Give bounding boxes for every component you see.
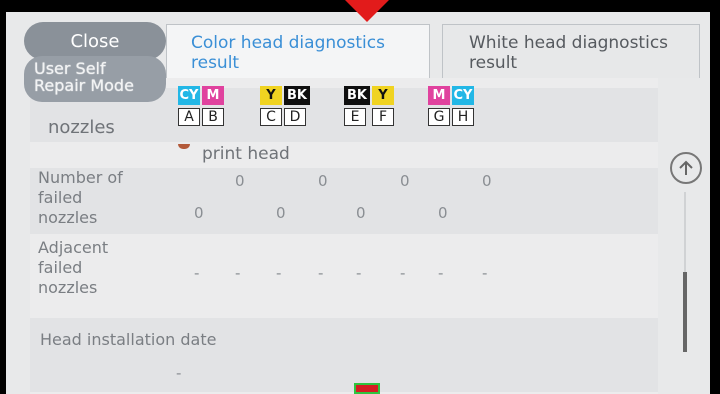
tab-label-line1: White head diagnostics xyxy=(469,33,669,53)
swatch-e: BK xyxy=(344,86,370,105)
letter-b: B xyxy=(202,108,224,126)
tab-label-line2: result xyxy=(191,53,240,73)
adjacent-value-h: - xyxy=(482,264,488,282)
diagnostics-panel: nozzles CY M A B Y BK C D BK Y E F M CY … xyxy=(30,78,658,394)
breadcrumb-line1: User Self xyxy=(34,59,106,78)
breadcrumb: User Self Repair Mode xyxy=(24,56,166,102)
head-installation-date-value: - xyxy=(176,364,182,382)
swatch-f: Y xyxy=(372,86,394,105)
adjacent-value-a: - xyxy=(194,264,200,282)
failed-value-h: 0 xyxy=(482,172,492,190)
print-head-label: print head xyxy=(202,144,290,164)
tab-white-head-diagnostics[interactable]: White head diagnostics result xyxy=(442,24,700,78)
letter-g: G xyxy=(428,108,450,126)
nozzles-label: nozzles xyxy=(48,117,115,138)
arrow-up-icon xyxy=(679,160,693,175)
red-marker xyxy=(345,0,389,22)
swatch-b: M xyxy=(202,86,224,105)
letter-f: F xyxy=(372,108,394,126)
adjacent-value-e: - xyxy=(356,264,362,282)
letter-d: D xyxy=(284,108,306,126)
scrollbar-thumb[interactable] xyxy=(683,272,687,352)
swatch-c: Y xyxy=(260,86,282,105)
nozzle-legend: CY M A B Y BK C D BK Y E F M CY G H xyxy=(178,86,518,136)
failed-value-c: 0 xyxy=(276,204,286,222)
scroll-up-button[interactable] xyxy=(670,152,702,184)
swatch-h: CY xyxy=(452,86,474,105)
breadcrumb-line2: Repair Mode xyxy=(34,76,134,95)
head-installation-date-label: Head installation date xyxy=(40,330,217,349)
printer-screen: Color head diagnostics result White head… xyxy=(6,12,710,394)
letter-h: H xyxy=(452,108,474,126)
failed-nozzles-label: Number of failed nozzles xyxy=(38,168,123,227)
swatch-d: BK xyxy=(284,86,310,105)
close-button[interactable]: Close xyxy=(24,22,166,60)
failed-value-f: 0 xyxy=(400,172,410,190)
marker xyxy=(354,383,380,394)
adjacent-value-b: - xyxy=(235,264,241,282)
tab-label-line2: result xyxy=(469,53,518,73)
failed-value-a: 0 xyxy=(194,204,204,222)
letter-a: A xyxy=(178,108,200,126)
tab-label-line1: Color head diagnostics xyxy=(191,33,385,53)
tab-color-head-diagnostics[interactable]: Color head diagnostics result xyxy=(166,24,430,78)
letter-e: E xyxy=(344,108,366,126)
failed-value-g: 0 xyxy=(438,204,448,222)
swatch-g: M xyxy=(428,86,450,105)
letter-c: C xyxy=(260,108,282,126)
print-head-icon xyxy=(178,144,190,149)
adjacent-failed-label: Adjacent failed nozzles xyxy=(38,238,109,297)
swatch-a: CY xyxy=(178,86,200,105)
adjacent-value-g: - xyxy=(438,264,444,282)
adjacent-value-c: - xyxy=(276,264,282,282)
adjacent-value-f: - xyxy=(400,264,406,282)
failed-value-e: 0 xyxy=(356,204,366,222)
failed-value-b: 0 xyxy=(235,172,245,190)
adjacent-value-d: - xyxy=(318,264,324,282)
failed-value-d: 0 xyxy=(318,172,328,190)
row-band xyxy=(30,168,658,234)
